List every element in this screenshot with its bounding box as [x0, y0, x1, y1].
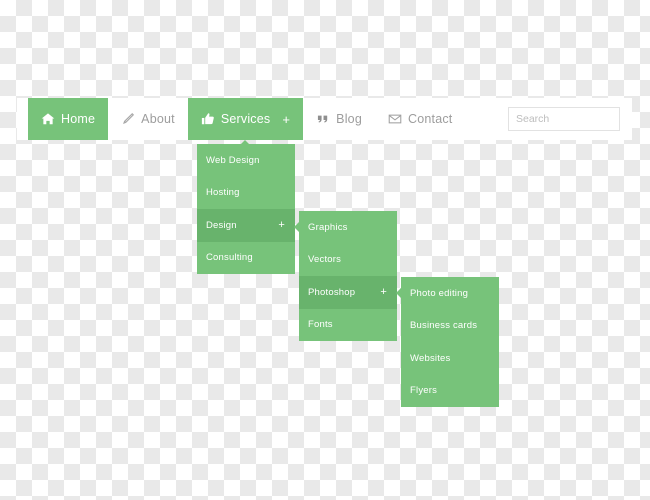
menu-item-design-plus: + [278, 218, 285, 231]
nav-item-contact[interactable]: Contact [375, 98, 465, 140]
nav-item-about-label: About [141, 111, 175, 126]
pencil-icon [121, 112, 135, 126]
menu-item-photoshop-plus: + [380, 285, 387, 298]
dropdown-menu-photoshop: Photo editing Business cards Websites Fl… [396, 277, 499, 408]
menu-item-fonts-label: Fonts [308, 319, 333, 331]
menu-item-photo-editing-label: Photo editing [410, 287, 469, 299]
menu-item-flyers-label: Flyers [410, 385, 438, 397]
home-icon [41, 112, 55, 126]
menu-item-business-cards-label: Business cards [410, 320, 478, 332]
dropdown-menu-services: Web Design Hosting Design + Consulting [197, 144, 295, 274]
menu-item-websites-label: Websites [410, 352, 451, 364]
dropdown-menu-design: Graphics Vectors Photoshop + Fonts [294, 211, 397, 342]
menu-item-graphics[interactable]: Graphics [299, 211, 397, 244]
menu-item-design-label: Design [206, 219, 237, 231]
nav-item-home[interactable]: Home [28, 98, 109, 140]
menu-item-photoshop[interactable]: Photoshop + [299, 276, 397, 309]
menu-item-hosting[interactable]: Hosting [197, 177, 295, 210]
menu-item-web-design-label: Web Design [206, 154, 260, 166]
menu-item-vectors[interactable]: Vectors [299, 244, 397, 277]
quote-icon [316, 112, 330, 126]
menu-item-business-cards[interactable]: Business cards [401, 310, 499, 343]
menu-item-vectors-label: Vectors [308, 254, 342, 266]
nav-item-about[interactable]: About [108, 98, 188, 140]
menu-item-flyers[interactable]: Flyers [401, 375, 499, 408]
thumbs-up-icon [201, 112, 215, 126]
nav-item-services-plus: + [282, 111, 291, 127]
menu-item-graphics-label: Graphics [308, 221, 348, 233]
menu-item-photo-editing[interactable]: Photo editing [401, 277, 499, 310]
search-container [508, 107, 620, 131]
nav-item-blog-label: Blog [336, 111, 362, 126]
nav-item-home-label: Home [61, 111, 96, 126]
menu-item-websites[interactable]: Websites [401, 342, 499, 375]
nav-item-contact-label: Contact [407, 111, 453, 126]
menu-item-hosting-label: Hosting [206, 187, 240, 199]
menu-item-web-design[interactable]: Web Design [197, 144, 295, 177]
menu-item-design[interactable]: Design + [197, 209, 295, 242]
screenshot-stage: Home About Services + Blog Contact Searc… [0, 0, 650, 500]
nav-item-services-label: Services [220, 111, 271, 126]
main-navigation-bar: Home About Services + Blog Contact Searc… [17, 98, 632, 146]
envelope-icon [388, 112, 402, 126]
nav-item-services[interactable]: Services + [187, 98, 304, 146]
nav-item-blog[interactable]: Blog [303, 98, 375, 140]
search-input[interactable] [508, 107, 620, 131]
menu-item-fonts[interactable]: Fonts [299, 309, 397, 342]
menu-item-consulting-label: Consulting [206, 252, 253, 264]
nav-item-list: Home About Services + Blog Contact [17, 98, 465, 146]
menu-item-consulting[interactable]: Consulting [197, 242, 295, 275]
menu-item-photoshop-label: Photoshop [308, 286, 356, 298]
